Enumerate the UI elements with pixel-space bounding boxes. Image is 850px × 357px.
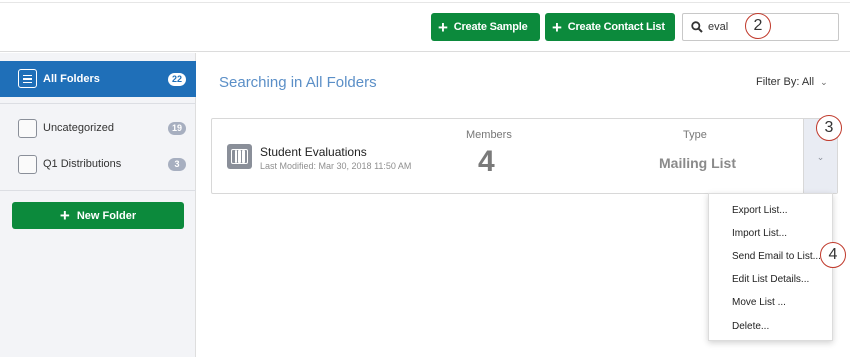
mailing-list-icon xyxy=(227,144,252,169)
count-badge: 19 xyxy=(167,121,186,135)
menu-item-move-list[interactable]: Move List ... xyxy=(732,297,786,308)
filter-dropdown[interactable]: Filter By: All ⌄ xyxy=(756,76,828,88)
count-badge: 3 xyxy=(168,157,186,171)
count-badge: 22 xyxy=(167,72,186,86)
create-sample-label: Create Sample xyxy=(453,21,528,33)
new-folder-button[interactable]: + New Folder xyxy=(12,202,184,229)
sidebar-item-label: All Folders xyxy=(43,73,100,85)
page-title: Searching in All Folders xyxy=(219,74,377,91)
last-modified: Last Modified: Mar 30, 2018 11:50 AM xyxy=(260,161,412,171)
filter-label: Filter By: All xyxy=(756,76,815,88)
create-sample-button[interactable]: + Create Sample xyxy=(431,13,540,41)
plus-icon: + xyxy=(59,206,70,225)
menu-item-send-email[interactable]: Send Email to List... xyxy=(732,251,821,262)
search-icon xyxy=(691,21,703,33)
menu-item-import-list[interactable]: Import List... xyxy=(732,228,787,239)
contact-list-card[interactable]: Student Evaluations Last Modified: Mar 3… xyxy=(211,118,838,194)
sidebar-item-label: Uncategorized xyxy=(43,122,114,134)
menu-item-export-list[interactable]: Export List... xyxy=(732,205,788,216)
folder-icon xyxy=(18,118,37,138)
plus-icon: + xyxy=(438,17,448,37)
search-value: eval xyxy=(708,21,729,33)
top-bar: + Create Sample + Create Contact List ev… xyxy=(0,0,850,52)
list-name[interactable]: Student Evaluations xyxy=(260,145,367,159)
create-contact-list-label: Create Contact List xyxy=(567,21,665,33)
chevron-down-icon: ⌄ xyxy=(816,151,825,162)
new-folder-label: New Folder xyxy=(76,209,137,222)
chevron-down-icon: ⌄ xyxy=(820,76,828,87)
members-label: Members xyxy=(466,129,512,141)
menu-item-edit-list-details[interactable]: Edit List Details... xyxy=(732,274,809,285)
menu-item-delete[interactable]: Delete... xyxy=(732,321,769,332)
sidebar-item-all-folders[interactable]: All Folders 22 xyxy=(0,61,196,97)
type-label: Type xyxy=(683,129,707,141)
sidebar-divider xyxy=(0,103,196,104)
folder-icon xyxy=(18,154,37,174)
callout-marker: 4 xyxy=(820,242,846,268)
plus-icon: + xyxy=(552,17,562,37)
callout-marker: 2 xyxy=(745,13,771,39)
sidebar-item-label: Q1 Distributions xyxy=(43,158,122,170)
members-count: 4 xyxy=(478,145,495,178)
list-type: Mailing List xyxy=(659,155,736,171)
top-divider xyxy=(0,2,850,3)
sidebar-item-q1-distributions[interactable]: Q1 Distributions 3 xyxy=(0,152,196,176)
callout-marker: 3 xyxy=(816,115,842,141)
sidebar-divider xyxy=(0,190,196,191)
list-options-menu: Export List... Import List... Send Email… xyxy=(708,193,833,341)
create-contact-list-button[interactable]: + Create Contact List xyxy=(545,13,675,41)
sidebar-item-uncategorized[interactable]: Uncategorized 19 xyxy=(0,116,196,140)
list-folder-icon xyxy=(18,69,37,88)
sidebar: All Folders 22 Uncategorized 19 Q1 Distr… xyxy=(0,53,196,357)
